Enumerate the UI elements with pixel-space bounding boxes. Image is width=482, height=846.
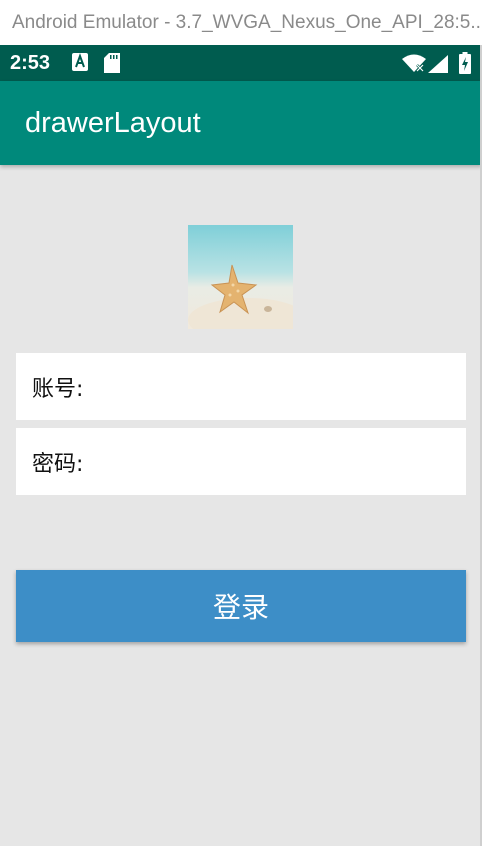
wifi-icon: [402, 54, 426, 76]
app-title: drawerLayout: [25, 107, 201, 139]
sd-card-icon: [104, 53, 120, 77]
signal-icon: [428, 55, 448, 77]
accessibility-a-icon: [72, 53, 88, 75]
account-input[interactable]: [87, 352, 466, 421]
battery-icon: [459, 52, 471, 78]
status-time: 2:53: [10, 52, 51, 74]
login-button[interactable]: 登录: [16, 570, 466, 642]
app-toolbar: drawerLayout: [0, 81, 482, 165]
starfish-image: [188, 225, 293, 329]
password-input[interactable]: [87, 427, 466, 496]
password-label: 密码:: [32, 451, 84, 477]
account-label: 账号:: [32, 376, 84, 402]
password-field[interactable]: 密码:: [16, 427, 466, 496]
emulator-window-title: Android Emulator - 3.7_WVGA_Nexus_One_AP…: [0, 0, 482, 45]
status-bar: 2:53: [0, 45, 482, 81]
account-field[interactable]: 账号:: [16, 352, 466, 421]
